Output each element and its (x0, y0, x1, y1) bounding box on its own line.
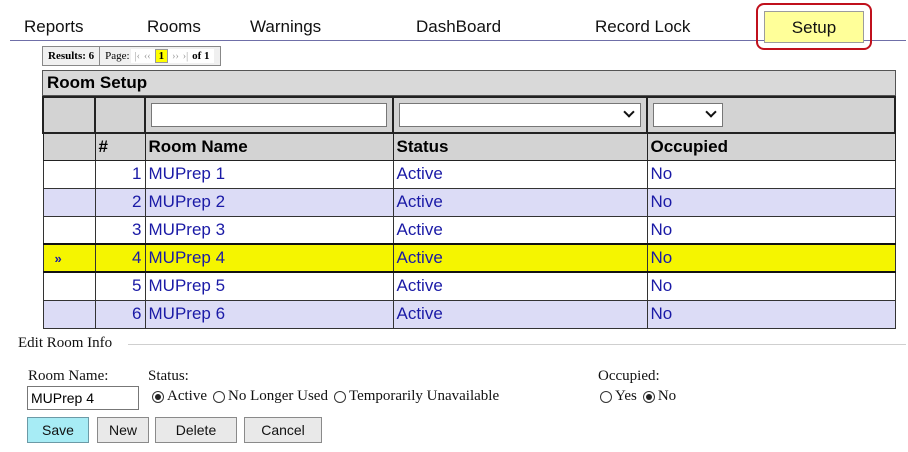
edit-fieldset-border (128, 344, 906, 345)
table-row-selected[interactable]: » 4 MUPrep 4 Active No (42, 243, 896, 273)
selected-row-marker-icon: » (54, 251, 62, 266)
page-nav: Page: |‹ ‹‹ 1 ›› ›| of 1 (100, 47, 219, 65)
grid-title: Room Setup (42, 70, 896, 96)
room-name-filter-input[interactable] (151, 103, 387, 127)
radio-unchecked-icon (212, 390, 225, 403)
prev-page-button[interactable]: ‹‹ (144, 51, 151, 62)
radio-unchecked-icon (333, 390, 346, 403)
top-nav: Reports Rooms Warnings DashBoard Record … (10, 0, 906, 50)
pager: Results: 6 Page: |‹ ‹‹ 1 ›› ›| of 1 (42, 46, 221, 66)
new-button[interactable]: New (97, 417, 149, 443)
radio-checked-icon (152, 390, 164, 403)
radio-unchecked-icon (600, 390, 612, 403)
status-label: Status: (148, 368, 189, 384)
status-radio-active[interactable]: Active (152, 388, 207, 405)
room-grid: # Room Name Status Occupied 1 MUPrep 1 A… (42, 96, 896, 329)
nav-rooms[interactable]: Rooms (147, 17, 201, 37)
page-total: of 1 (192, 50, 210, 62)
results-count: Results: 6 (43, 47, 101, 65)
column-header-select (42, 132, 96, 161)
header-row: # Room Name Status Occupied (42, 132, 896, 161)
last-page-button[interactable]: ›| (183, 51, 188, 62)
table-row[interactable]: 3 MUPrep 3 Active No (42, 215, 896, 245)
nav-reports[interactable]: Reports (24, 17, 84, 37)
nav-dashboard[interactable]: DashBoard (416, 17, 501, 37)
next-page-button[interactable]: ›› (172, 51, 179, 62)
status-radio-group: Active No Longer Used Temporarily Unavai… (152, 388, 505, 405)
radio-checked-icon (642, 390, 655, 403)
status-filter-select[interactable] (399, 103, 641, 127)
chevron-down-icon (705, 106, 717, 118)
table-row[interactable]: 6 MUPrep 6 Active No (42, 299, 896, 329)
table-row[interactable]: 1 MUPrep 1 Active No (42, 159, 896, 189)
occupied-radio-group: Yes No (600, 388, 682, 405)
occupied-label: Occupied: (598, 368, 660, 384)
nav-warnings[interactable]: Warnings (250, 17, 321, 37)
room-name-input[interactable] (27, 386, 139, 410)
chevron-down-icon (623, 106, 635, 118)
current-page[interactable]: 1 (154, 49, 169, 63)
table-row[interactable]: 2 MUPrep 2 Active No (42, 187, 896, 217)
first-page-button[interactable]: |‹ (135, 51, 140, 62)
occupied-filter-select[interactable] (653, 103, 723, 127)
column-header-occupied[interactable]: Occupied (646, 132, 896, 161)
nav-setup[interactable]: Setup (764, 11, 864, 43)
column-header-number[interactable]: # (94, 132, 146, 161)
column-header-room-name[interactable]: Room Name (144, 132, 394, 161)
status-radio-temporarily-unavailable[interactable]: Temporarily Unavailable (333, 388, 499, 405)
cancel-button[interactable]: Cancel (244, 417, 322, 443)
status-radio-no-longer-used[interactable]: No Longer Used (212, 388, 328, 405)
filter-row (42, 96, 896, 134)
table-row[interactable]: 5 MUPrep 5 Active No (42, 271, 896, 301)
column-header-status[interactable]: Status (392, 132, 648, 161)
edit-room-info-legend: Edit Room Info (18, 335, 117, 352)
room-name-label: Room Name: (28, 368, 109, 384)
occupied-radio-no[interactable]: No (642, 388, 676, 405)
nav-record-lock[interactable]: Record Lock (595, 17, 690, 37)
occupied-radio-yes[interactable]: Yes (600, 388, 637, 405)
delete-button[interactable]: Delete (155, 417, 237, 443)
save-button[interactable]: Save (27, 417, 89, 443)
